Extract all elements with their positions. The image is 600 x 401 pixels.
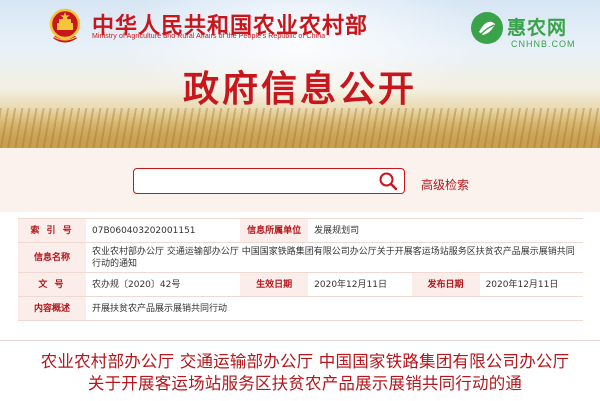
name-value: 农业农村部办公厅 交通运输部办公厅 中国国家铁路集团有限公司办公厅关于开展客运场… xyxy=(86,242,583,273)
search-box xyxy=(133,168,405,194)
effective-date-label: 生效日期 xyxy=(240,272,309,297)
org-value: 发展规划司 xyxy=(308,218,583,243)
article-section: 农业农村部办公厅 交通运输部办公厅 中国国家铁路集团有限公司办公厅关于开展客运场… xyxy=(0,340,600,401)
page-title: 政府信息公开 xyxy=(182,69,417,110)
cnhnb-logo-icon xyxy=(471,12,503,44)
index-label: 索 引 号 xyxy=(18,218,86,243)
table-row: 内容概述 开展扶贫农产品展示展销共同行动 xyxy=(18,296,583,321)
summary-value: 开展扶贫农产品展示展销共同行动 xyxy=(86,296,583,321)
article-title: 农业农村部办公厅 交通运输部办公厅 中国国家铁路集团有限公司办公厅关于开展客运场… xyxy=(40,352,570,393)
index-value: 07B060403202001151 xyxy=(86,218,241,243)
page-banner: 中华人民共和国农业农村部 Ministry of Agriculture and… xyxy=(0,0,600,148)
table-row: 文 号 农办规〔2020〕42号 生效日期 2020年12月11日 发布日期 2… xyxy=(18,272,583,297)
ministry-name-en: Ministry of Agriculture and Rural Affair… xyxy=(92,33,326,40)
search-bar-area xyxy=(0,148,600,212)
name-label: 信息名称 xyxy=(18,242,86,273)
banner-wheat-field xyxy=(0,108,600,148)
publish-date-label: 发布日期 xyxy=(411,272,480,297)
national-emblem-icon xyxy=(49,8,81,43)
org-label: 信息所属单位 xyxy=(240,218,309,243)
site-logo-domain: CNHNB.COM xyxy=(511,39,576,49)
summary-label: 内容概述 xyxy=(18,296,86,321)
site-logo-name: 惠农网 xyxy=(507,17,568,39)
publish-date-value: 2020年12月11日 xyxy=(479,272,583,297)
doc-number-value: 农办规〔2020〕42号 xyxy=(86,272,241,297)
search-icon[interactable] xyxy=(378,171,398,191)
site-logo[interactable]: 惠农网 CNHNB.COM xyxy=(470,9,590,55)
advanced-search-link[interactable]: 高级检索 xyxy=(421,176,469,193)
search-input[interactable] xyxy=(142,172,376,192)
table-row: 索 引 号 07B060403202001151 信息所属单位 发展规划司 xyxy=(18,218,583,243)
doc-number-label: 文 号 xyxy=(18,272,86,297)
table-row: 信息名称 农业农村部办公厅 交通运输部办公厅 中国国家铁路集团有限公司办公厅关于… xyxy=(18,242,583,273)
document-info-table: 索 引 号 07B060403202001151 信息所属单位 发展规划司 信息… xyxy=(18,218,583,321)
effective-date-value: 2020年12月11日 xyxy=(308,272,412,297)
